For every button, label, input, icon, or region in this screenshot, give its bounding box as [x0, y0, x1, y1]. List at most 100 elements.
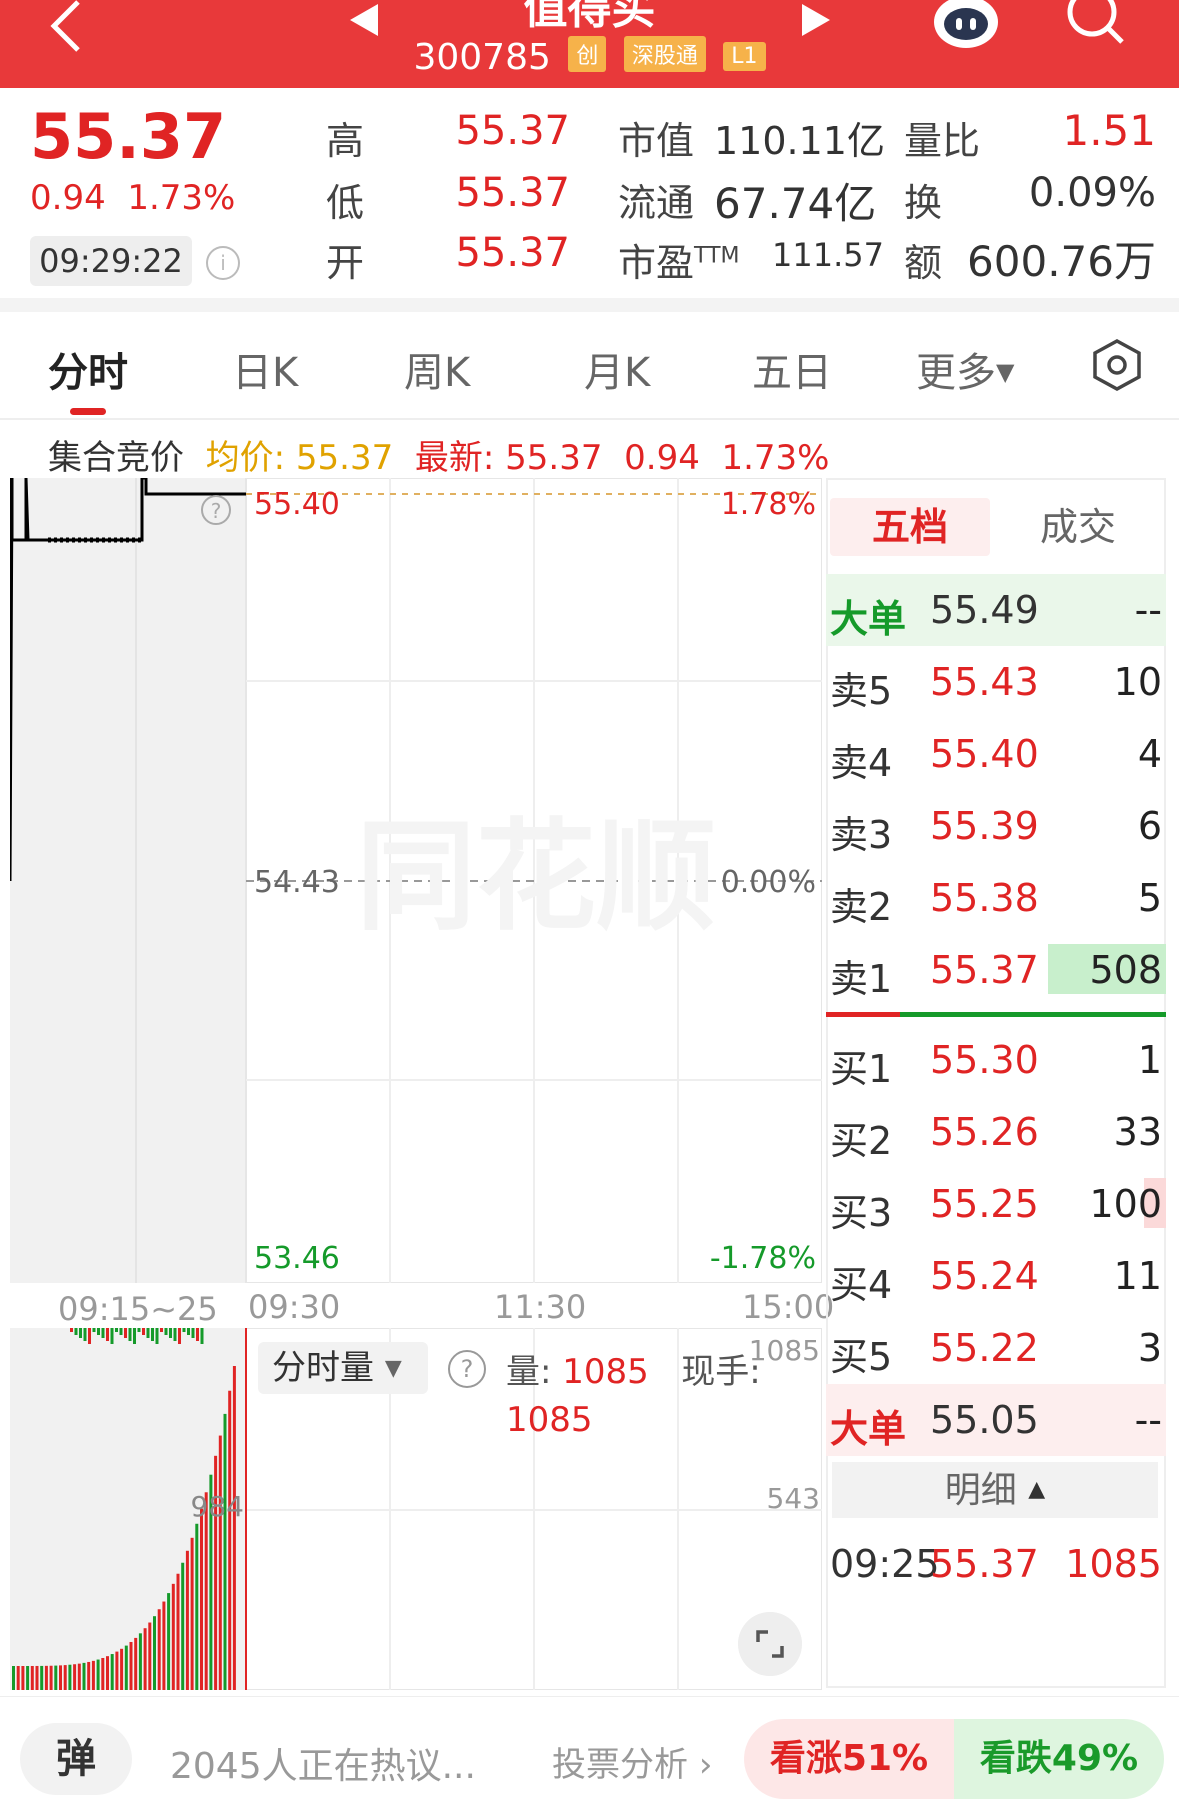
volume-bar-top — [92, 1328, 96, 1332]
ask-price: 55.43 — [930, 660, 1039, 704]
volume-bar-top — [88, 1328, 91, 1344]
pct-high-label: 1.78% — [721, 487, 816, 522]
tab-intraday[interactable]: 分时 — [48, 340, 128, 398]
volume-bar-top — [115, 1328, 118, 1332]
tab-monthly-k[interactable]: 月K — [584, 340, 650, 398]
quote-time: 09:29:22 — [30, 236, 192, 286]
pct-low-label: -1.78% — [710, 1241, 816, 1276]
danmaku-toggle-button[interactable]: 弹 — [20, 1723, 132, 1795]
latest-label: 最新: — [414, 438, 495, 478]
section-divider — [0, 298, 1179, 312]
volume-bar-top — [128, 1328, 132, 1341]
trading-phase: 集合竞价 — [48, 438, 184, 478]
bid-row[interactable]: 买4 55.24 11 — [826, 1240, 1166, 1312]
fullscreen-expand-icon[interactable] — [738, 1612, 802, 1676]
stock-name: 值得买 — [523, 0, 656, 34]
tabs-divider — [0, 418, 1179, 420]
ask-row[interactable]: 卖3 55.39 6 — [826, 790, 1166, 862]
bottom-action-bar: 弹 2045人正在热议... 投票分析 › 看涨51% 看跌49% — [0, 1696, 1179, 1814]
time-pre-auction: 09:15~25 — [58, 1290, 218, 1328]
big-buy-vol: -- — [1134, 1398, 1162, 1442]
tab-five-day[interactable]: 五日 — [752, 340, 832, 398]
chevron-down-icon: ▼ — [384, 1356, 402, 1381]
volume-bar — [44, 1665, 48, 1690]
bid-row[interactable]: 买2 55.26 33 — [826, 1096, 1166, 1168]
volume-bar — [120, 1648, 124, 1690]
pe-label-text: 市盈 — [618, 241, 695, 285]
volume-bar — [148, 1622, 152, 1690]
vol-mid-tick: 543 — [767, 1482, 820, 1515]
volume-indicator-selector[interactable]: 分时量 ▼ — [258, 1342, 428, 1394]
volume-bar — [157, 1609, 161, 1690]
pct-mid-label: 0.00% — [721, 865, 816, 900]
ask-row[interactable]: 卖5 55.43 10 — [826, 646, 1166, 718]
top-header: 值得买 300785 创 深股通 L1 — [0, 0, 1179, 88]
volume-bar — [87, 1661, 91, 1690]
big-buy-label: 大单 — [830, 1407, 907, 1451]
bid-price: 55.25 — [930, 1182, 1039, 1226]
trade-vol: 1085 — [1065, 1542, 1162, 1586]
price-mid-label: 54.43 — [254, 865, 340, 900]
settings-hexagon-icon[interactable] — [1090, 338, 1144, 392]
tab-daily-k[interactable]: 日K — [232, 340, 298, 398]
stock-code: 300785 — [413, 37, 551, 78]
help-icon[interactable]: ? — [448, 1350, 486, 1388]
bid-vol: 1 — [1137, 1038, 1162, 1082]
volume-bar — [232, 1366, 236, 1690]
tab-trades[interactable]: 成交 — [998, 498, 1158, 556]
volume-bar-top — [106, 1328, 109, 1341]
ask-vol: 5 — [1137, 876, 1162, 920]
info-icon[interactable]: i — [206, 246, 240, 280]
vote-analysis-link[interactable]: 投票分析 › — [552, 1737, 712, 1786]
volume-bar — [35, 1665, 39, 1690]
volume-indicator-label: 分时量 — [272, 1348, 374, 1388]
bid-label: 买3 — [830, 1191, 893, 1235]
ask-row[interactable]: 卖4 55.40 4 — [826, 718, 1166, 790]
tag-chinext: 创 — [568, 36, 607, 72]
tab-weekly-k[interactable]: 周K — [404, 340, 470, 398]
bid-row[interactable]: 买3 55.25 100 — [826, 1168, 1166, 1240]
intraday-price-chart[interactable]: 同花顺 55.40 1.78% 54.43 0.00% 53.46 -1.78%… — [10, 478, 822, 1283]
pe-ttm: TTM — [694, 243, 740, 269]
ask-row[interactable]: 卖2 55.38 5 — [826, 862, 1166, 934]
volume-bar-top — [196, 1328, 199, 1341]
volume-readout: 量: 1085 现手: — [506, 1344, 761, 1393]
chart-status-line: 集合竞价 均价: 55.37 最新: 55.37 0.94 1.73% — [48, 430, 829, 479]
volume-bar — [143, 1628, 147, 1690]
volume-bar — [96, 1659, 100, 1690]
volume-bar — [223, 1413, 227, 1690]
tab-more[interactable]: 更多▼ — [916, 340, 1014, 398]
volume-bar — [106, 1656, 109, 1690]
volume-bar-top — [83, 1328, 87, 1341]
bid-row[interactable]: 买1 55.30 1 — [826, 1024, 1166, 1096]
next-stock-arrow-icon[interactable] — [802, 4, 830, 36]
vol-value-2: 1085 — [506, 1400, 593, 1440]
robot-assistant-icon[interactable] — [930, 0, 1002, 54]
big-sell-order-row: 大单 55.49 -- — [826, 574, 1166, 646]
search-icon[interactable] — [1060, 0, 1130, 50]
volratio-value: 1.51 — [1062, 106, 1156, 155]
volume-bar — [129, 1641, 133, 1690]
vote-bullish-button[interactable]: 看涨51% — [744, 1719, 954, 1799]
bid-row[interactable]: 买5 55.22 3 — [826, 1312, 1166, 1384]
volume-bar — [54, 1665, 58, 1690]
price-change: 0.94 1.73% — [30, 178, 235, 218]
volume-bar-top — [124, 1328, 127, 1338]
watermark-logo: 同花顺 — [356, 808, 716, 947]
detail-toggle-button[interactable]: 明细 ▲ — [832, 1462, 1158, 1518]
volume-bar-top — [182, 1328, 186, 1332]
ask-row[interactable]: 卖1 55.37 508 — [826, 934, 1166, 1006]
trade-time: 09:25 — [830, 1542, 940, 1586]
ask-vol: 6 — [1137, 804, 1162, 848]
latest-change: 0.94 — [624, 438, 700, 478]
discussion-count-link[interactable]: 2045人正在热议... — [170, 1737, 476, 1789]
chevron-right-icon: › — [698, 1745, 713, 1785]
pre-auction-area — [10, 478, 246, 1283]
tab-five-levels[interactable]: 五档 — [830, 498, 990, 556]
big-buy-order-row: 大单 55.05 -- — [826, 1384, 1166, 1456]
ask-label: 卖4 — [830, 741, 893, 785]
svg-text:?: ? — [211, 499, 222, 523]
volume-bar — [190, 1537, 194, 1690]
vote-bearish-button[interactable]: 看跌49% — [954, 1719, 1164, 1799]
volume-bar — [138, 1633, 142, 1690]
